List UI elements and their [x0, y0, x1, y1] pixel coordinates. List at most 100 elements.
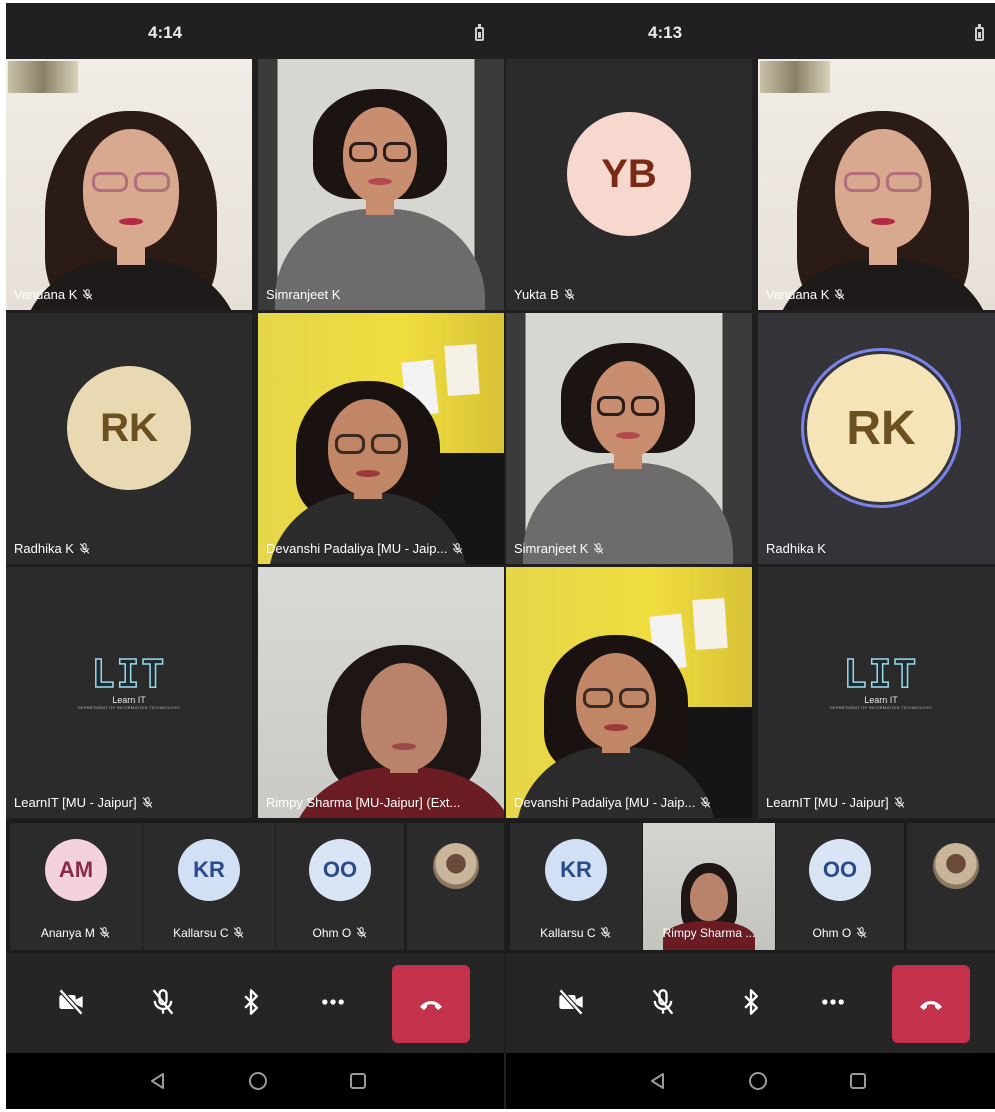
participant-strip[interactable]: KR Kallarsu C Rimpy Sharma ... OO Ohm O: [506, 820, 995, 953]
mic-toggle-button[interactable]: [636, 975, 690, 1029]
participant-tile[interactable]: Devanshi Padaliya [MU - Jaip...: [506, 567, 752, 818]
participant-name: Devanshi Padaliya [MU - Jaip...: [266, 541, 464, 556]
mic-off-icon: [594, 543, 604, 554]
nav-back-button[interactable]: [644, 1067, 672, 1095]
participant-tile[interactable]: Vandana K: [758, 59, 995, 310]
avatar: OO: [309, 839, 371, 901]
audio-device-button[interactable]: [224, 975, 278, 1029]
video-grid: Vandana K Simranjeet K RK Radhika K Devanshi…: [6, 59, 504, 818]
participant-tile[interactable]: Simranjeet K: [506, 313, 752, 564]
more-options-button[interactable]: [806, 975, 860, 1029]
participant-card[interactable]: Rimpy Sharma ...: [643, 823, 775, 950]
mic-off-icon: [600, 927, 611, 938]
call-controls: [506, 953, 995, 1053]
home-circle-icon: [749, 1072, 767, 1090]
participant-tile[interactable]: Devanshi Padaliya [MU - Jaip...: [258, 313, 504, 564]
video-feed: [506, 313, 752, 564]
participant-tile[interactable]: Vandana K: [6, 59, 252, 310]
hang-up-button[interactable]: [392, 965, 470, 1043]
glasses-left: [334, 433, 365, 454]
lips: [392, 742, 416, 750]
status-bar: 4:13: [506, 3, 995, 59]
glasses-left: [348, 141, 377, 162]
participant-tile[interactable]: RK Radhika K: [6, 313, 252, 564]
face: [690, 873, 728, 921]
android-nav-bar: [6, 1053, 504, 1109]
participant-name: LearnIT [MU - Jaipur]: [14, 795, 154, 810]
wall-painting: [8, 61, 78, 93]
video-feed: [758, 59, 995, 310]
audio-device-button[interactable]: [724, 975, 778, 1029]
participant-card[interactable]: OO Ohm O: [276, 823, 404, 950]
participant-name-text: Rimpy Sharma ...: [662, 926, 756, 940]
participant-name-text: Ohm O: [312, 926, 352, 940]
lips: [604, 724, 628, 732]
status-time: 4:13: [648, 23, 683, 42]
glasses-right: [631, 395, 660, 416]
lips: [616, 432, 640, 440]
participant-name-text: Kallarsu C: [173, 926, 229, 940]
logo-department: DEPARTMENT OF INFORMATION TECHNOLOGY: [77, 704, 181, 710]
recents-square-icon: [350, 1073, 366, 1089]
mic-off-icon: [564, 289, 575, 300]
hang-up-button[interactable]: [892, 965, 970, 1043]
mic-toggle-button[interactable]: [136, 975, 190, 1029]
participant-tile[interactable]: LIT Learn IT DEPARTMENT OF INFORMATION TEC…: [758, 567, 995, 818]
participant-tile[interactable]: Simranjeet K: [258, 59, 504, 310]
camera-toggle-button[interactable]: [544, 975, 598, 1029]
glasses-right: [371, 433, 402, 454]
status-bar: 4:14: [6, 3, 504, 59]
back-triangle-icon: [651, 1073, 664, 1089]
more-options-button[interactable]: [306, 975, 360, 1029]
camera-off-icon: [58, 988, 84, 1016]
mic-off-icon: [894, 797, 904, 808]
nav-recents-button[interactable]: [344, 1067, 372, 1095]
participant-card[interactable]: AM Ananya M: [10, 823, 142, 950]
participant-name-text: Ananya M: [40, 926, 95, 940]
participant-name: Rimpy Sharma [MU-Jaipur] (Ext...: [266, 795, 460, 810]
participant-card[interactable]: KR Kallarsu C: [510, 823, 642, 950]
nav-home-button[interactable]: [244, 1067, 272, 1095]
nav-recents-button[interactable]: [844, 1067, 872, 1095]
participant-name-text: Rimpy Sharma [MU-Jaipur] (Ext...: [266, 795, 461, 810]
mic-off-icon: [152, 989, 174, 1015]
wall-poster: [692, 597, 728, 651]
avatar: RK: [807, 354, 955, 503]
camera-toggle-button[interactable]: [44, 975, 98, 1029]
participant-card[interactable]: OO Ohm O: [776, 823, 904, 950]
participant-strip[interactable]: AM Ananya M KR Kallarsu C OO Ohm O: [6, 820, 504, 953]
call-controls: [6, 953, 504, 1053]
glasses-left: [582, 687, 613, 708]
participant-name-text: Devanshi Padaliya [MU - Jaip...: [514, 795, 696, 810]
participant-tile[interactable]: RK Radhika K: [758, 313, 995, 564]
participant-name-text: Devanshi Padaliya [MU - Jaip...: [266, 541, 448, 556]
logo-subtitle: Learn IT: [112, 694, 146, 705]
nav-back-button[interactable]: [144, 1067, 172, 1095]
avatar: RK: [67, 366, 191, 491]
logo-department: DEPARTMENT OF INFORMATION TECHNOLOGY: [829, 704, 933, 710]
avatar-photo: [432, 843, 479, 889]
participant-tile[interactable]: LIT Learn IT DEPARTMENT OF INFORMATION TEC…: [6, 567, 252, 818]
participant-tile[interactable]: Rimpy Sharma [MU-Jaipur] (Ext...: [258, 567, 504, 818]
participant-name-text: Yukta B: [514, 287, 559, 302]
participant-tile[interactable]: YB Yukta B: [506, 59, 752, 310]
avatar: KR: [545, 839, 607, 901]
participant-card[interactable]: KR Kallarsu C: [143, 823, 275, 950]
mic-off-icon: [142, 797, 152, 808]
learnit-logo: LIT Learn IT DEPARTMENT OF INFORMATION TEC…: [821, 622, 941, 743]
mic-off-icon: [835, 289, 845, 300]
lips: [356, 470, 380, 478]
bluetooth-icon: [744, 989, 758, 1015]
logo-text: LIT: [91, 651, 167, 696]
participant-name: Ohm O: [276, 926, 404, 940]
battery-icon: [975, 24, 984, 41]
participant-card[interactable]: [907, 823, 995, 950]
glasses-left: [596, 395, 625, 416]
participant-card[interactable]: [407, 823, 504, 950]
participant-name: Ohm O: [776, 926, 904, 940]
nav-home-button[interactable]: [744, 1067, 772, 1095]
camera-off-icon: [558, 988, 584, 1016]
video-grid: YB Yukta B Vandana K Simranjeet K RK Radhika …: [506, 59, 995, 818]
mic-off-icon: [83, 289, 93, 300]
participant-name: Ananya M: [10, 926, 142, 940]
